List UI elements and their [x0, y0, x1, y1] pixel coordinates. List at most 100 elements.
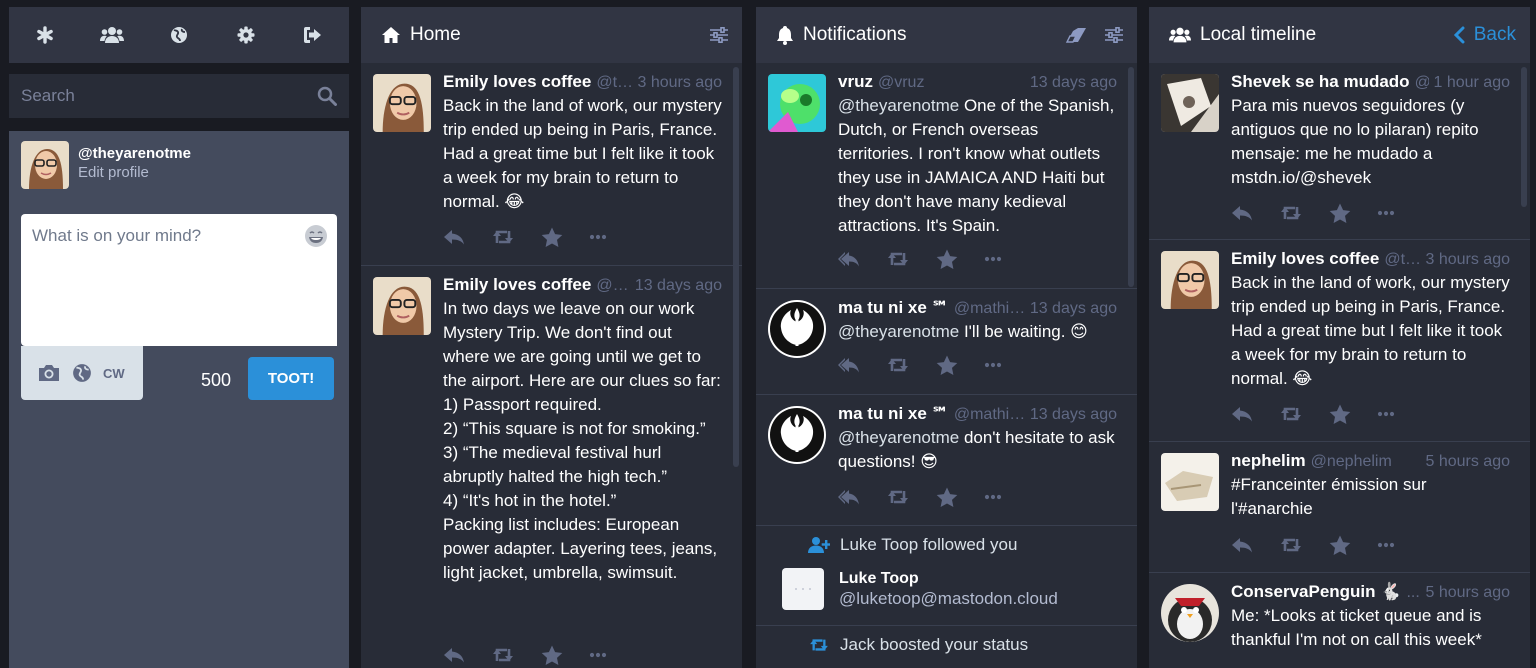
search-icon[interactable] [317, 86, 337, 106]
display-name[interactable]: Shevek se ha mudado [1231, 72, 1410, 92]
follow-account-card[interactable]: Luke Toop @luketoop@mastodon.cloud [782, 568, 1058, 610]
boost-icon[interactable] [1279, 204, 1303, 222]
search-input[interactable] [9, 74, 349, 118]
notification-mention[interactable]: ma tu ni xe ℠ @mathias 13 days ago @they… [756, 289, 1137, 395]
avatar[interactable] [1161, 453, 1219, 511]
reply-icon[interactable] [1231, 405, 1253, 423]
timestamp[interactable]: 3 hours ago [633, 74, 722, 92]
reply-icon[interactable] [443, 228, 465, 246]
more-options-icon[interactable] [984, 250, 1002, 268]
avatar[interactable] [373, 74, 431, 132]
account-handle[interactable]: @... [1415, 74, 1430, 92]
notification-mention[interactable]: ma tu ni xe ℠ @mathias 13 days ago @they… [756, 395, 1137, 526]
favourite-icon[interactable] [1329, 535, 1351, 555]
boost-icon[interactable] [886, 250, 910, 268]
column-title[interactable]: Notifications [803, 24, 1047, 46]
favourite-icon[interactable] [1329, 203, 1351, 223]
display-name[interactable]: ConservaPenguin 🐇 [1231, 582, 1401, 602]
booster-name[interactable]: Jack [840, 635, 875, 654]
more-options-icon[interactable] [984, 356, 1002, 374]
column-settings-icon[interactable] [710, 27, 728, 43]
nav-getting-started[interactable] [23, 15, 67, 55]
back-button[interactable]: Back [1453, 24, 1516, 46]
account-handle[interactable]: @nephelim [1311, 453, 1392, 471]
nav-preferences[interactable] [224, 15, 268, 55]
nav-federated-timeline[interactable] [157, 15, 201, 55]
timestamp[interactable]: 5 hours ago [1421, 453, 1510, 471]
account-handle[interactable]: @luketoop@mastodon.cloud [839, 589, 1058, 609]
more-options-icon[interactable] [1377, 536, 1395, 554]
reply-icon[interactable] [1231, 204, 1253, 222]
emoji-picker-icon[interactable] [304, 224, 328, 248]
account-avatar[interactable] [21, 141, 69, 189]
favourite-icon[interactable] [936, 249, 958, 269]
favourite-icon[interactable] [936, 487, 958, 507]
timestamp[interactable]: 5 hours ago [1421, 584, 1510, 602]
more-options-icon[interactable] [589, 646, 607, 664]
column-settings-icon[interactable] [1105, 27, 1123, 43]
display-name[interactable]: vruz [838, 72, 873, 92]
avatar[interactable] [1161, 74, 1219, 132]
boost-icon[interactable] [1279, 536, 1303, 554]
boost-icon[interactable] [886, 356, 910, 374]
reply-all-icon[interactable] [838, 356, 860, 374]
follower-name[interactable]: Luke Toop [840, 535, 918, 554]
scrollbar[interactable] [733, 67, 739, 467]
account-handle[interactable]: @mathias [954, 406, 1026, 424]
nav-logout[interactable] [291, 15, 335, 55]
mention-link[interactable]: @theyarenotme [838, 322, 959, 341]
account-handle[interactable]: ... [1406, 584, 1419, 602]
status-item[interactable]: Emily loves coffee @th... 3 hours ago Ba… [1149, 240, 1530, 442]
scrollbar[interactable] [1128, 67, 1134, 287]
boost-icon[interactable] [886, 488, 910, 506]
reply-all-icon[interactable] [838, 488, 860, 506]
notification-follow[interactable]: Luke Toop followed you Luke Toop @luketo… [756, 526, 1137, 626]
reply-icon[interactable] [1231, 536, 1253, 554]
column-title[interactable]: Home [410, 24, 692, 46]
status-item[interactable]: Emily loves coffee @th... 3 hours ago Ba… [361, 63, 742, 266]
account-handle[interactable]: @theyarenotme [78, 145, 191, 163]
favourite-icon[interactable] [936, 355, 958, 375]
account-handle[interactable]: @th... [1384, 251, 1421, 269]
display-name[interactable]: Luke Toop [839, 569, 1058, 589]
more-options-icon[interactable] [589, 228, 607, 246]
compose-textarea[interactable] [21, 214, 337, 346]
display-name[interactable]: Emily loves coffee [443, 275, 591, 295]
status-item[interactable]: Shevek se ha mudado @... 1 hour ago Para… [1149, 63, 1530, 240]
nav-local-timeline[interactable] [90, 15, 134, 55]
reply-all-icon[interactable] [838, 250, 860, 268]
mention-link[interactable]: @theyarenotme [838, 428, 959, 447]
reply-icon[interactable] [443, 646, 465, 664]
account-handle[interactable]: @mathias [954, 300, 1026, 318]
boost-icon[interactable] [491, 646, 515, 664]
boost-icon[interactable] [1279, 405, 1303, 423]
avatar[interactable] [1161, 251, 1219, 309]
timestamp[interactable]: 13 days ago [1026, 74, 1117, 92]
clear-notifications-eraser-icon[interactable] [1065, 27, 1087, 43]
timestamp[interactable]: 13 days ago [1026, 300, 1117, 318]
timestamp[interactable]: 13 days ago [1026, 406, 1117, 424]
globe-icon[interactable] [72, 363, 92, 383]
toot-button[interactable]: TOOT! [248, 357, 335, 400]
status-item[interactable]: Emily loves coffee @th... 13 days ago In… [361, 266, 742, 668]
favourite-icon[interactable] [541, 227, 563, 247]
camera-icon[interactable] [37, 363, 61, 383]
more-options-icon[interactable] [1377, 405, 1395, 423]
display-name[interactable]: Emily loves coffee [1231, 249, 1379, 269]
avatar[interactable] [768, 406, 826, 464]
account-handle[interactable]: @vruz [878, 74, 924, 92]
notification-boost[interactable]: Jack boosted your status [756, 626, 1137, 668]
timestamp[interactable]: 3 hours ago [1421, 251, 1510, 269]
favourite-icon[interactable] [1329, 404, 1351, 424]
avatar[interactable] [768, 300, 826, 358]
display-name[interactable]: ma tu ni xe ℠ [838, 404, 949, 424]
edit-profile-link[interactable]: Edit profile [78, 163, 191, 183]
mention-link[interactable]: @theyarenotme [838, 96, 959, 115]
timestamp[interactable]: 1 hour ago [1429, 74, 1510, 92]
status-item[interactable]: nephelim @nephelim 5 hours ago #Francein… [1149, 442, 1530, 573]
notification-mention[interactable]: vruz @vruz 13 days ago @theyarenotme One… [756, 63, 1137, 289]
avatar[interactable] [768, 74, 826, 132]
scrollbar[interactable] [1521, 67, 1527, 207]
status-item[interactable]: ConservaPenguin 🐇 ... 5 hours ago Me: *L… [1149, 573, 1530, 668]
display-name[interactable]: Emily loves coffee [443, 72, 591, 92]
